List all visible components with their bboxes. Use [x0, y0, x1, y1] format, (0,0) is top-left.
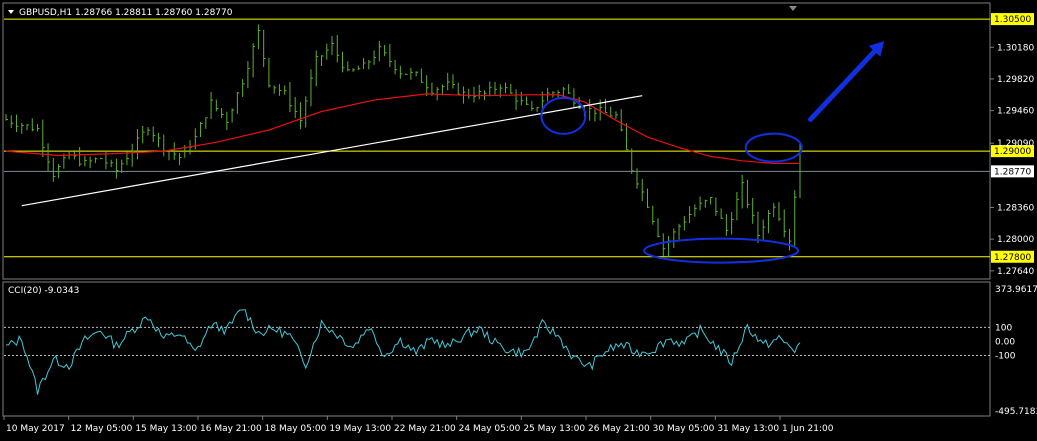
- time-tick-label: 12 May 05:00: [71, 424, 133, 434]
- cci-tick-label: 0.00: [995, 337, 1015, 347]
- time-tick-label: 10 May 2017: [6, 424, 65, 434]
- time-tick-label: 25 May 13:00: [523, 424, 585, 434]
- price-tick-label: 1.30180: [997, 43, 1034, 53]
- time-tick-label: 31 May 13:00: [717, 424, 779, 434]
- time-tick-label: 19 May 13:00: [329, 424, 391, 434]
- indicator-header: CCI(20) -9.0343: [8, 286, 79, 296]
- indicator-frame: [2, 281, 991, 417]
- time-tick-label: 30 May 05:00: [653, 424, 715, 434]
- cci-tick-label: 373.9617: [995, 285, 1037, 295]
- time-tick-label: 18 May 05:00: [265, 424, 327, 434]
- price-tick-label: 1.28360: [997, 203, 1034, 213]
- cci-tick-label: -495.7183: [995, 407, 1037, 417]
- price-tick-label: 1.29820: [997, 75, 1034, 85]
- trading-chart[interactable]: GBPUSD,H1 1.28766 1.28811 1.28760 1.2877…: [0, 0, 1037, 441]
- main-chart-frame: [2, 2, 991, 280]
- cci-axis-ticks: 373.9617 100 0.00 -100 -495.7183: [995, 285, 1037, 417]
- time-tick-label: 15 May 13:00: [135, 424, 197, 434]
- cci-tick-label: 100: [995, 323, 1012, 333]
- time-tick-label: 1 Jun 21:00: [782, 424, 834, 434]
- price-tick-label: 1.29090: [997, 139, 1034, 149]
- price-tick-label: 1.27640: [997, 267, 1034, 277]
- chart-header: GBPUSD,H1 1.28766 1.28811 1.28760 1.2877…: [19, 8, 233, 18]
- price-axis-ticks: 1.30180 1.29820 1.29460 1.29090 1.28360 1.280…: [990, 43, 1034, 277]
- level-price-label: 1.27800: [994, 253, 1031, 263]
- price-tick-label: 1.28000: [997, 235, 1034, 245]
- price-tick-label: 1.29460: [997, 107, 1034, 117]
- time-tick-label: 26 May 21:00: [588, 424, 650, 434]
- level-price-label: 1.30500: [994, 15, 1031, 25]
- time-axis-ticks: 10 May 2017 12 May 05:00 15 May 13:00 16 Ma…: [3, 416, 834, 434]
- time-tick-label: 16 May 21:00: [200, 424, 262, 434]
- time-tick-label: 22 May 21:00: [394, 424, 456, 434]
- time-tick-label: 24 May 05:00: [459, 424, 521, 434]
- current-price-label: 1.28770: [994, 167, 1031, 177]
- cci-tick-label: -100: [995, 351, 1016, 361]
